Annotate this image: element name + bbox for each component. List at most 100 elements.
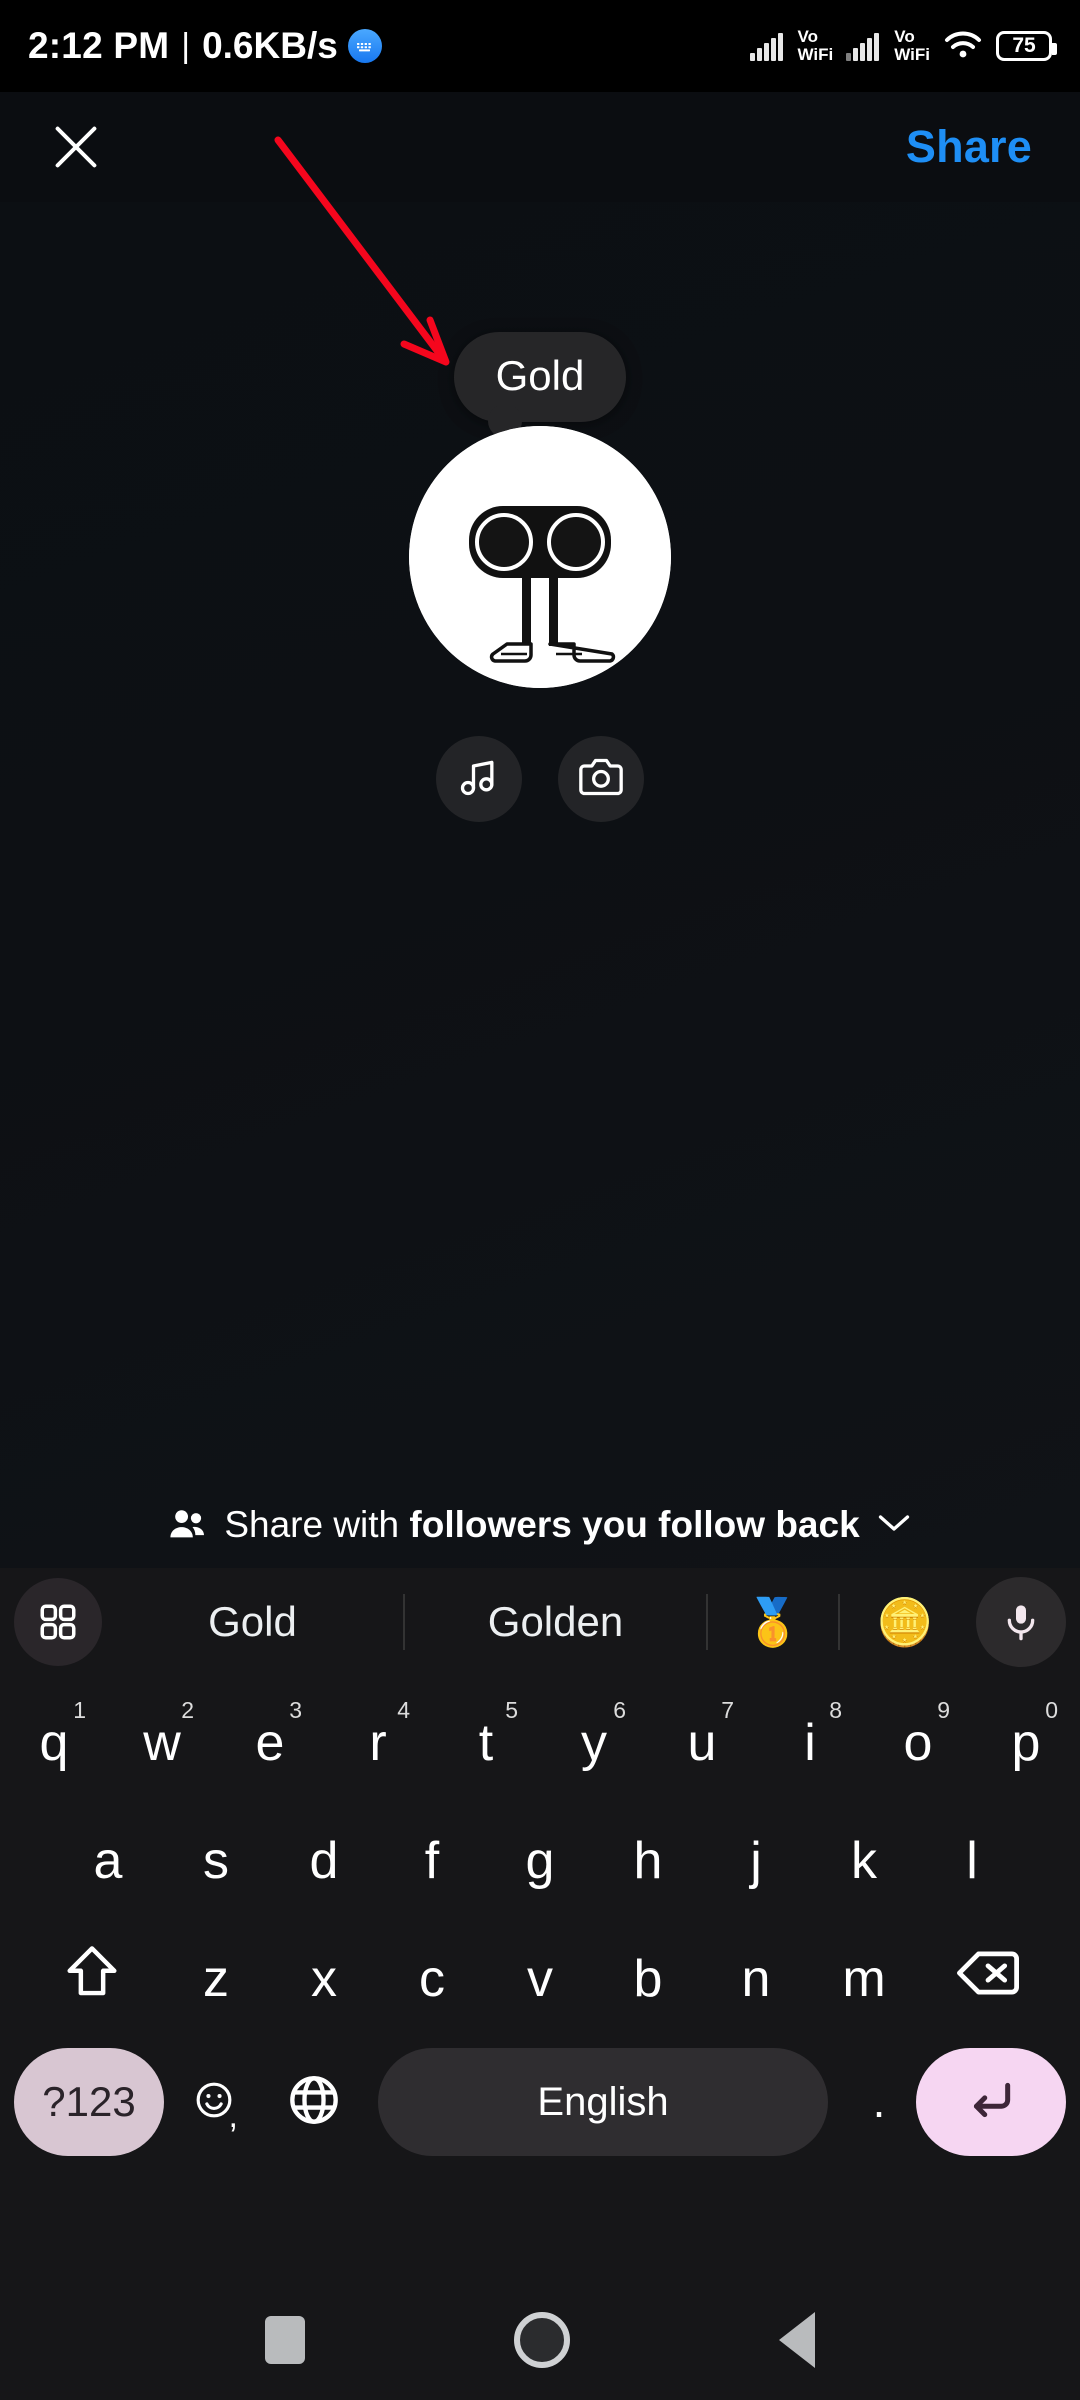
key-f[interactable]: f [378, 1805, 486, 1917]
key-x[interactable]: x [270, 1923, 378, 2035]
key-r[interactable]: 4r [324, 1687, 432, 1799]
key-i[interactable]: 8i [756, 1687, 864, 1799]
key-t[interactable]: 5t [432, 1687, 540, 1799]
key-label: t [478, 1714, 494, 1772]
enter-key[interactable] [916, 2048, 1066, 2156]
key-h[interactable]: h [594, 1805, 702, 1917]
keyboard-badge-icon [347, 29, 382, 63]
key-p[interactable]: 0p [972, 1687, 1080, 1799]
symbols-key[interactable]: ?123 [14, 2048, 164, 2156]
key-hint: 2 [181, 1697, 194, 1723]
key-w[interactable]: 2w [108, 1687, 216, 1799]
key-d[interactable]: d [270, 1805, 378, 1917]
suggestion-emoji-medal[interactable]: 🥇 [708, 1599, 838, 1645]
key-g[interactable]: g [486, 1805, 594, 1917]
status-time: 2:12 PM [28, 25, 170, 66]
camera-icon [579, 755, 623, 804]
key-label: r [369, 1714, 387, 1772]
key-label: u [687, 1714, 717, 1772]
phone-screen: 2:12 PM | 0.6KB/s Vo WiFi Vo WiFi 75 Sha… [0, 0, 1080, 2400]
keyboard: Gold Golden 🥇 🪙 1q 2w 3e 4r 5t 6y 7u 8i [0, 1568, 1080, 2280]
avatar[interactable] [409, 426, 671, 688]
key-hint: 1 [73, 1697, 86, 1723]
audience-label: Share with followers you follow back [224, 1504, 859, 1546]
key-label: i [804, 1714, 816, 1772]
key-o[interactable]: 9o [864, 1687, 972, 1799]
camera-button[interactable] [558, 736, 644, 822]
status-bar-right: Vo WiFi Vo WiFi 75 [749, 27, 1057, 64]
globe-language-icon [288, 2074, 340, 2131]
note-composer: Gold [409, 332, 671, 822]
keyboard-rows: 1q 2w 3e 4r 5t 6y 7u 8i 9o 0p a s d f g … [0, 1676, 1080, 2166]
emoji-smiley-icon [195, 2081, 233, 2124]
key-label: y [581, 1714, 607, 1772]
audience-prefix: Share with [224, 1504, 410, 1545]
note-action-row [436, 736, 644, 822]
vowifi-label-sim2: Vo WiFi [894, 27, 930, 64]
back-triangle-icon[interactable] [779, 2312, 816, 2368]
key-label: p [1011, 1714, 1041, 1772]
suggestion-emoji-coin[interactable]: 🪙 [840, 1599, 970, 1645]
key-label: w [143, 1714, 181, 1772]
key-hint: 5 [505, 1697, 518, 1723]
status-separator: | [181, 26, 191, 65]
key-m[interactable]: m [810, 1923, 918, 2035]
key-a[interactable]: a [54, 1805, 162, 1917]
shift-key[interactable] [22, 1923, 162, 2035]
network-speed: 0.6KB/s [202, 25, 338, 66]
home-circle-icon[interactable] [513, 2312, 570, 2368]
note-text-bubble[interactable]: Gold [453, 332, 627, 456]
chevron-down-icon[interactable] [876, 1511, 912, 1540]
keyboard-row-3: z x c v b n m [0, 1920, 1080, 2038]
keyboard-row-2: a s d f g h j k l [0, 1802, 1080, 1920]
key-c[interactable]: c [378, 1923, 486, 2035]
signal-bars-sim1-icon [749, 31, 783, 61]
key-hint: 7 [721, 1697, 734, 1723]
music-button[interactable] [436, 736, 522, 822]
emoji-key[interactable]: , [164, 2048, 264, 2156]
backspace-key[interactable] [918, 1923, 1058, 2035]
key-n[interactable]: n [702, 1923, 810, 2035]
status-bar: 2:12 PM | 0.6KB/s Vo WiFi Vo WiFi 75 [0, 0, 1080, 92]
keyboard-row-4: ?123 , English . [0, 2038, 1080, 2166]
vowifi-label-sim1: Vo WiFi [797, 27, 834, 64]
key-label: e [255, 1714, 285, 1772]
space-key[interactable]: English [378, 2048, 828, 2156]
audience-selector[interactable]: Share with followers you follow back [0, 1482, 1080, 1568]
signal-bars-sim2-icon [846, 31, 880, 61]
key-u[interactable]: 7u [648, 1687, 756, 1799]
suggestion-word-1[interactable]: Gold [102, 1598, 403, 1646]
key-k[interactable]: k [810, 1805, 918, 1917]
key-z[interactable]: z [162, 1923, 270, 2035]
key-e[interactable]: 3e [216, 1687, 324, 1799]
suggestion-word-2[interactable]: Golden [405, 1598, 706, 1646]
language-key[interactable] [264, 2048, 364, 2156]
key-q[interactable]: 1q [0, 1687, 108, 1799]
wifi-icon [943, 29, 983, 64]
keyboard-row-1: 1q 2w 3e 4r 5t 6y 7u 8i 9o 0p [0, 1684, 1080, 1802]
composer-top-bar: Share [0, 92, 1080, 202]
people-icon [168, 1507, 208, 1544]
enter-return-icon [966, 2075, 1016, 2130]
recents-square-icon[interactable] [264, 2316, 305, 2364]
comma-label: , [228, 2097, 238, 2135]
note-canvas: Gold Share with followers you follow bac… [0, 202, 1080, 1568]
key-j[interactable]: j [702, 1805, 810, 1917]
audience-emphasis: followers you follow back [409, 1504, 860, 1545]
key-v[interactable]: v [486, 1923, 594, 2035]
avatar-image [409, 426, 671, 688]
period-key[interactable]: . [842, 2048, 916, 2156]
key-l[interactable]: l [918, 1805, 1026, 1917]
share-button[interactable]: Share [906, 121, 1032, 173]
key-y[interactable]: 6y [540, 1687, 648, 1799]
key-label: o [903, 1714, 933, 1772]
grid-squares-icon[interactable] [14, 1578, 102, 1666]
key-b[interactable]: b [594, 1923, 702, 2035]
microphone-icon[interactable] [976, 1577, 1066, 1667]
key-hint: 0 [1045, 1697, 1058, 1723]
close-icon[interactable] [48, 119, 104, 175]
key-s[interactable]: s [162, 1805, 270, 1917]
android-nav-bar [0, 2280, 1080, 2400]
key-label: q [39, 1714, 69, 1772]
key-hint: 3 [289, 1697, 302, 1723]
